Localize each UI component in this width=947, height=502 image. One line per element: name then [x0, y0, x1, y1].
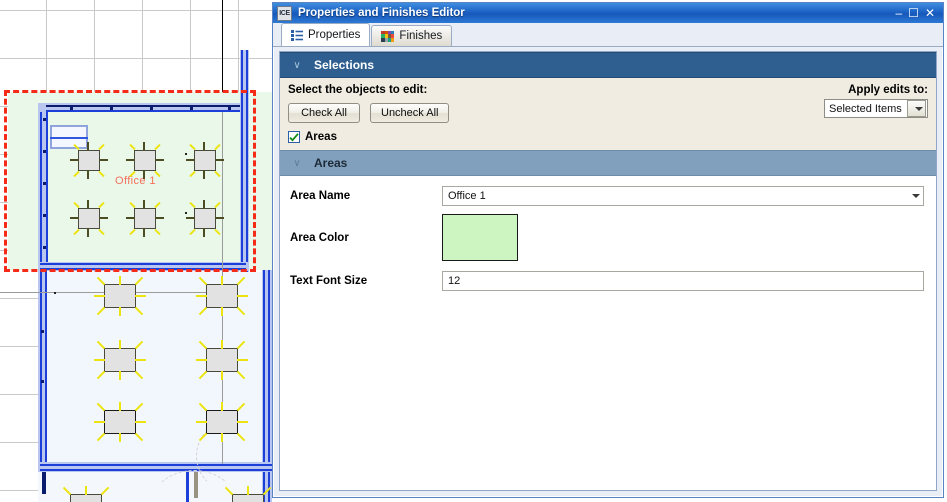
- tab-finishes-label: Finishes: [399, 30, 443, 42]
- select-objects-prompt: Select the objects to edit:: [288, 84, 428, 96]
- area-name-dropdown[interactable]: Office 1: [442, 186, 924, 206]
- list-icon: [291, 29, 303, 41]
- ice-app-icon: ICE: [277, 5, 292, 21]
- cad-drawing-canvas[interactable]: Office 1: [0, 0, 280, 502]
- tab-properties[interactable]: Properties: [281, 23, 371, 46]
- areas-form: Area Name Office 1 Area Color Text Font …: [280, 176, 936, 291]
- dialog-content: ∨ Selections Select the objects to edit:…: [279, 51, 937, 491]
- selection-marquee: [4, 90, 256, 272]
- apply-edits-to-dropdown[interactable]: Selected Items: [824, 99, 928, 118]
- selections-header-label: Selections: [314, 58, 375, 72]
- apply-edits-to-label: Apply edits to:: [848, 84, 928, 96]
- maximize-icon[interactable]: ☐: [908, 7, 919, 19]
- dialog-titlebar[interactable]: ICE Properties and Finishes Editor – ☐ ✕: [273, 3, 943, 23]
- area-name-label: Area Name: [290, 190, 351, 202]
- areas-checkbox-row[interactable]: Areas: [288, 131, 449, 143]
- text-font-size-row: Text Font Size 12: [290, 271, 924, 291]
- check-all-button[interactable]: Check All: [288, 103, 360, 123]
- text-font-size-input[interactable]: 12: [442, 271, 924, 291]
- close-icon[interactable]: ✕: [925, 7, 935, 19]
- area-name-row: Area Name Office 1: [290, 186, 924, 206]
- wall-lower-left-inner: [45, 270, 47, 470]
- area-color-label: Area Color: [290, 232, 349, 244]
- minimize-icon[interactable]: –: [895, 7, 902, 19]
- tab-finishes[interactable]: Finishes: [371, 25, 453, 46]
- apply-edits-to-value: Selected Items: [829, 102, 902, 115]
- area-color-swatch[interactable]: [442, 214, 518, 261]
- areas-checkbox[interactable]: [288, 131, 300, 143]
- snap-point: [54, 292, 56, 294]
- chevron-down-icon[interactable]: [904, 188, 923, 205]
- areas-header-label: Areas: [314, 156, 348, 170]
- areas-checkbox-label: Areas: [305, 131, 337, 143]
- wall-node: [41, 330, 44, 333]
- window-controls: – ☐ ✕: [895, 7, 941, 19]
- text-font-size-value: 12: [448, 275, 461, 287]
- area-name-value: Office 1: [448, 190, 486, 202]
- area-color-row: Area Color: [290, 214, 924, 261]
- text-font-size-label: Text Font Size: [290, 275, 368, 287]
- properties-and-finishes-editor-dialog: ICE Properties and Finishes Editor – ☐ ✕…: [272, 2, 944, 498]
- chevron-down-icon[interactable]: ∨: [280, 158, 314, 169]
- wall-lower-left-outer: [40, 270, 42, 470]
- wall-stub: [42, 472, 46, 494]
- uncheck-all-button[interactable]: Uncheck All: [370, 103, 450, 123]
- color-swatch-icon: [381, 30, 395, 42]
- selections-section-header[interactable]: ∨ Selections: [280, 52, 936, 78]
- wall-node: [41, 380, 44, 383]
- chevron-down-icon[interactable]: [907, 100, 926, 117]
- tab-strip: Properties Finishes: [273, 23, 943, 47]
- dialog-title: Properties and Finishes Editor: [298, 7, 465, 19]
- selections-panel: Select the objects to edit: Check All Un…: [280, 78, 936, 150]
- chevron-down-icon[interactable]: ∨: [280, 60, 314, 71]
- tab-properties-label: Properties: [308, 29, 361, 41]
- areas-section-header[interactable]: ∨ Areas: [280, 150, 936, 176]
